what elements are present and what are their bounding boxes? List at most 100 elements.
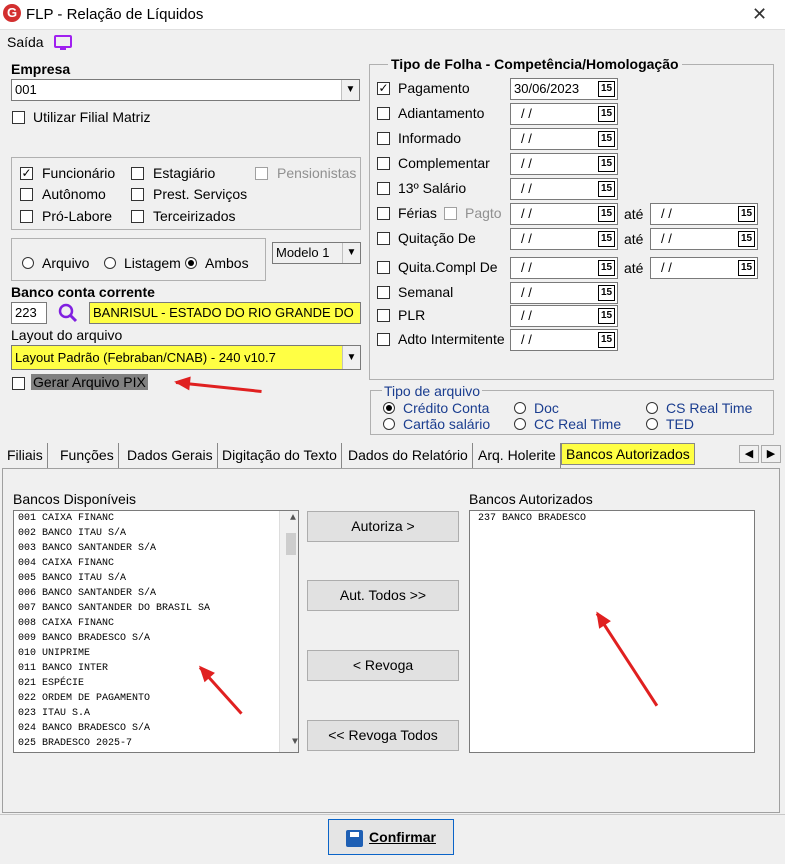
date-input[interactable]: / / 15	[510, 282, 618, 304]
tab-digitacao-texto[interactable]: Digitação do Texto	[218, 443, 342, 468]
calendar-icon[interactable]: 15	[598, 260, 615, 276]
date-input-ate[interactable]: / / 15	[650, 203, 758, 225]
empresa-combo[interactable]: 001 ▼	[11, 79, 360, 101]
gerar-pix-checkbox[interactable]	[12, 377, 25, 390]
bancos-autorizados-list[interactable]: 237 BANCO BRADESCO	[469, 510, 755, 753]
date-input[interactable]: / / 15	[510, 128, 618, 150]
chevron-down-icon[interactable]: ▼	[341, 80, 359, 100]
date-input[interactable]: / / 15	[510, 103, 618, 125]
confirmar-button[interactable]: Confirmar	[328, 819, 454, 855]
calendar-icon[interactable]: 15	[598, 181, 615, 197]
cartao-salario-radio[interactable]	[383, 418, 395, 430]
tab-arq-holerite[interactable]: Arq. Holerite	[474, 443, 561, 468]
calendar-icon[interactable]: 15	[598, 131, 615, 147]
folha-checkbox[interactable]	[377, 132, 390, 145]
revoga-todos-button[interactable]: << Revoga Todos	[307, 720, 459, 751]
date-input[interactable]: / / 15	[510, 178, 618, 200]
list-item[interactable]: 005 BANCO ITAU S/A	[14, 571, 278, 586]
list-item[interactable]: 024 BANCO BRADESCO S/A	[14, 721, 278, 736]
doc-radio[interactable]	[514, 402, 526, 414]
search-icon[interactable]	[57, 302, 79, 324]
folha-checkbox[interactable]	[377, 232, 390, 245]
calendar-icon[interactable]: 15	[738, 206, 755, 222]
autoriza-button[interactable]: Autoriza >	[307, 511, 459, 542]
date-input[interactable]: / / 15	[510, 203, 618, 225]
calendar-icon[interactable]: 15	[598, 332, 615, 348]
folha-checkbox[interactable]	[377, 309, 390, 322]
calendar-icon[interactable]: 15	[598, 106, 615, 122]
list-item[interactable]: 001 CAIXA FINANC	[14, 511, 278, 526]
list-item[interactable]: 007 BANCO SANTANDER DO BRASIL SA	[14, 601, 278, 616]
calendar-icon[interactable]: 15	[598, 285, 615, 301]
folha-checkbox[interactable]	[377, 107, 390, 120]
banco-code-input[interactable]: 223	[11, 302, 47, 324]
folha-checkbox[interactable]	[377, 207, 390, 220]
folha-checkbox[interactable]	[377, 333, 390, 346]
date-input[interactable]: / / 15	[510, 329, 618, 351]
date-input[interactable]: 30/06/2023 15	[510, 78, 618, 100]
tab-funcoes[interactable]: Funções	[56, 443, 119, 468]
revoga-button[interactable]: < Revoga	[307, 650, 459, 681]
calendar-icon[interactable]: 15	[738, 231, 755, 247]
terceirizados-checkbox[interactable]	[131, 210, 144, 223]
pro-labore-checkbox[interactable]	[20, 210, 33, 223]
list-item[interactable]: 009 BANCO BRADESCO S/A	[14, 631, 278, 646]
list-item[interactable]: 010 UNIPRIME	[14, 646, 278, 661]
filial-matriz-checkbox[interactable]	[12, 111, 25, 124]
list-item[interactable]: 003 BANCO SANTANDER S/A	[14, 541, 278, 556]
credito-conta-radio[interactable]	[383, 402, 395, 414]
folha-checkbox[interactable]	[377, 261, 390, 274]
modelo-combo[interactable]: Modelo 1 ▼	[272, 242, 361, 264]
date-input[interactable]: / / 15	[510, 257, 618, 279]
list-item[interactable]: 025 BRADESCO 2025-7	[14, 736, 278, 751]
funcionario-checkbox[interactable]: ✓	[20, 167, 33, 180]
calendar-icon[interactable]: 15	[598, 308, 615, 324]
chevron-down-icon[interactable]: ▼	[284, 735, 298, 750]
ted-radio[interactable]	[646, 418, 658, 430]
tab-filiais[interactable]: Filiais	[3, 443, 48, 468]
cc-real-time-radio[interactable]	[514, 418, 526, 430]
list-item[interactable]: 002 BANCO ITAU S/A	[14, 526, 278, 541]
folha-checkbox[interactable]	[377, 157, 390, 170]
aut-todos-button[interactable]: Aut. Todos >>	[307, 580, 459, 611]
tab-dados-relatorio[interactable]: Dados do Relatório	[344, 443, 473, 468]
list-item[interactable]: 011 BANCO INTER	[14, 661, 278, 676]
tab-bancos-autorizados[interactable]: Bancos Autorizados	[561, 443, 695, 465]
folha-checkbox[interactable]: ✓	[377, 82, 390, 95]
date-input-ate[interactable]: / / 15	[650, 228, 758, 250]
list-scrollbar[interactable]: ▲ ▼	[279, 511, 298, 752]
date-input[interactable]: / / 15	[510, 305, 618, 327]
list-item[interactable]: 008 CAIXA FINANC	[14, 616, 278, 631]
chevron-up-icon[interactable]: ▲	[284, 511, 298, 527]
chevron-down-icon[interactable]: ▼	[342, 243, 360, 263]
date-input-ate[interactable]: / / 15	[650, 257, 758, 279]
layout-combo[interactable]: Layout Padrão (Febraban/CNAB) - 240 v10.…	[11, 345, 361, 370]
scrollbar-thumb[interactable]	[286, 533, 296, 555]
close-icon[interactable]: ✕	[752, 4, 767, 25]
tab-scroll-right-icon[interactable]: ▶	[761, 445, 781, 463]
date-input[interactable]: / / 15	[510, 153, 618, 175]
calendar-icon[interactable]: 15	[598, 231, 615, 247]
date-input[interactable]: / / 15	[510, 228, 618, 250]
menu-saida[interactable]: Saída	[7, 34, 44, 50]
list-item[interactable]: 004 CAIXA FINANC	[14, 556, 278, 571]
tab-scroll-left-icon[interactable]: ◀	[739, 445, 759, 463]
chevron-down-icon[interactable]: ▼	[342, 346, 360, 369]
tab-dados-gerais[interactable]: Dados Gerais	[123, 443, 218, 468]
cs-real-time-radio[interactable]	[646, 402, 658, 414]
autonomo-checkbox[interactable]	[20, 188, 33, 201]
arquivo-radio[interactable]	[22, 257, 34, 269]
folha-checkbox[interactable]	[377, 182, 390, 195]
ambos-radio[interactable]	[185, 257, 197, 269]
calendar-icon[interactable]: 15	[738, 260, 755, 276]
list-item[interactable]: 021 ESPÉCIE	[14, 676, 278, 691]
list-item[interactable]: 237 BANCO BRADESCO	[474, 511, 754, 526]
list-item[interactable]: 006 BANCO SANTANDER S/A	[14, 586, 278, 601]
listagem-radio[interactable]	[104, 257, 116, 269]
bancos-disponiveis-list[interactable]: 001 CAIXA FINANC 002 BANCO ITAU S/A 003 BA…	[13, 510, 299, 753]
estagiario-checkbox[interactable]	[131, 167, 144, 180]
calendar-icon[interactable]: 15	[598, 206, 615, 222]
folha-checkbox[interactable]	[377, 286, 390, 299]
calendar-icon[interactable]: 15	[598, 156, 615, 172]
monitor-icon[interactable]	[54, 35, 72, 50]
